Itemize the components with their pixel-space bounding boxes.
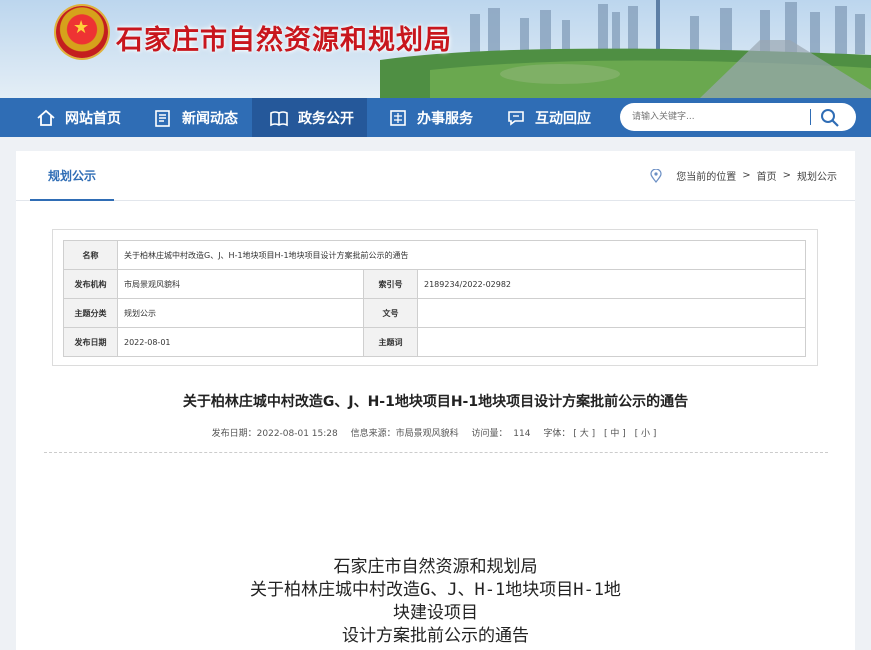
- meta-key-index: 索引号: [363, 269, 418, 299]
- meta-value-date: 2022-08-01: [117, 327, 364, 357]
- nav-item-home[interactable]: 网站首页: [36, 98, 121, 137]
- service-icon: [390, 109, 406, 126]
- nav-label: 办事服务: [417, 110, 473, 127]
- home-icon: [37, 109, 55, 126]
- breadcrumb-home[interactable]: 首页: [757, 168, 777, 183]
- search-box: [620, 103, 856, 131]
- body-line: 关于柏林庄城中村改造G、J、H-1地块项目H-1地: [250, 580, 621, 600]
- meta-value-name: 关于柏林庄城中村改造G、J、H-1地块项目H-1地块项目设计方案批前公示的通告: [117, 240, 806, 270]
- divider: [44, 452, 828, 453]
- body-line: 块建设项目: [393, 603, 478, 623]
- article-title: 关于柏林庄城中村改造G、J、H-1地块项目H-1地块项目设计方案批前公示的通告: [182, 394, 689, 410]
- interaction-icon: [508, 110, 524, 126]
- meta-key-name: 名称: [63, 240, 118, 270]
- article-body-heading: 石家庄市自然资源和规划局 关于柏林庄城中村改造G、J、H-1地块项目H-1地 块…: [0, 556, 871, 648]
- search-input[interactable]: [632, 107, 822, 127]
- news-icon: [155, 109, 170, 127]
- font-size-control: 字体：[ 大 ] [ 中 ] [ 小 ]: [543, 429, 659, 439]
- breadcrumb-separator: >: [742, 170, 751, 181]
- breadcrumb: 您当前的位置 > 首页 > 规划公示: [650, 168, 837, 183]
- nav-label: 网站首页: [65, 110, 121, 127]
- table-row: 名称 关于柏林庄城中村改造G、J、H-1地块项目H-1地块项目设计方案批前公示的…: [63, 240, 806, 270]
- nav-label: 新闻动态: [182, 110, 238, 127]
- site-title: 石家庄市自然资源和规划局: [116, 25, 452, 56]
- nav-item-service[interactable]: 办事服务: [388, 98, 473, 137]
- meta-value-docno: [417, 298, 806, 328]
- font-large-button[interactable]: [ 大 ]: [573, 429, 595, 439]
- table-row: 发布机构 市局景观风貌科 索引号 2189234/2022-02982: [63, 269, 806, 299]
- nav-item-news[interactable]: 新闻动态: [153, 98, 238, 137]
- document-meta-table: 名称 关于柏林庄城中村改造G、J、H-1地块项目H-1地块项目设计方案批前公示的…: [63, 240, 806, 357]
- open-government-icon: [270, 110, 288, 126]
- location-pin-icon: [650, 168, 662, 183]
- article-views: 访问量： 114: [472, 429, 531, 439]
- breadcrumb-current[interactable]: 规划公示: [797, 168, 837, 183]
- document-meta-panel: 名称 关于柏林庄城中村改造G、J、H-1地块项目H-1地块项目设计方案批前公示的…: [52, 229, 818, 366]
- meta-value-keywords: [417, 327, 806, 357]
- meta-key-org: 发布机构: [63, 269, 118, 299]
- nav-item-open-government[interactable]: 政务公开: [252, 98, 367, 137]
- meta-value-category: 规划公示: [117, 298, 364, 328]
- meta-key-docno: 文号: [363, 298, 418, 328]
- article-source: 信息来源：市局景观风貌科: [350, 429, 459, 439]
- nav-item-interaction[interactable]: 互动回应: [506, 98, 591, 137]
- article-publish-date: 发布日期：2022-08-01 15:28: [211, 429, 338, 439]
- font-medium-button[interactable]: [ 中 ]: [604, 429, 626, 439]
- table-row: 发布日期 2022-08-01 主题词: [63, 327, 806, 357]
- font-size-label: 字体：: [543, 429, 571, 439]
- search-divider: [810, 109, 811, 125]
- tab-planning-notice[interactable]: 规划公示: [30, 151, 114, 201]
- main-nav: 网站首页 新闻动态 政务公开 办事服务 互动回应: [0, 98, 871, 137]
- meta-key-category: 主题分类: [63, 298, 118, 328]
- font-small-button[interactable]: [ 小 ]: [635, 429, 657, 439]
- meta-key-keywords: 主题词: [363, 327, 418, 357]
- card-header: 规划公示 您当前的位置 > 首页 > 规划公示: [16, 151, 855, 201]
- article-meta: 发布日期：2022-08-01 15:28 信息来源：市局景观风貌科 访问量： …: [0, 426, 871, 439]
- views-label: 访问量：: [471, 429, 508, 439]
- body-line: 设计方案批前公示的通告: [342, 626, 529, 646]
- national-emblem-icon: [56, 6, 108, 58]
- header-banner: 石家庄市自然资源和规划局: [0, 0, 871, 98]
- meta-value-org: 市局景观风貌科: [117, 269, 364, 299]
- nav-label: 互动回应: [535, 110, 591, 127]
- table-row: 主题分类 规划公示 文号: [63, 298, 806, 328]
- views-count: 114: [513, 429, 531, 439]
- meta-key-date: 发布日期: [63, 327, 118, 357]
- breadcrumb-separator: >: [782, 170, 791, 181]
- nav-label: 政务公开: [298, 110, 354, 127]
- search-icon[interactable]: [818, 106, 842, 128]
- breadcrumb-location-label: 您当前的位置: [676, 172, 737, 183]
- body-line: 石家庄市自然资源和规划局: [333, 557, 538, 577]
- meta-value-index: 2189234/2022-02982: [417, 269, 806, 299]
